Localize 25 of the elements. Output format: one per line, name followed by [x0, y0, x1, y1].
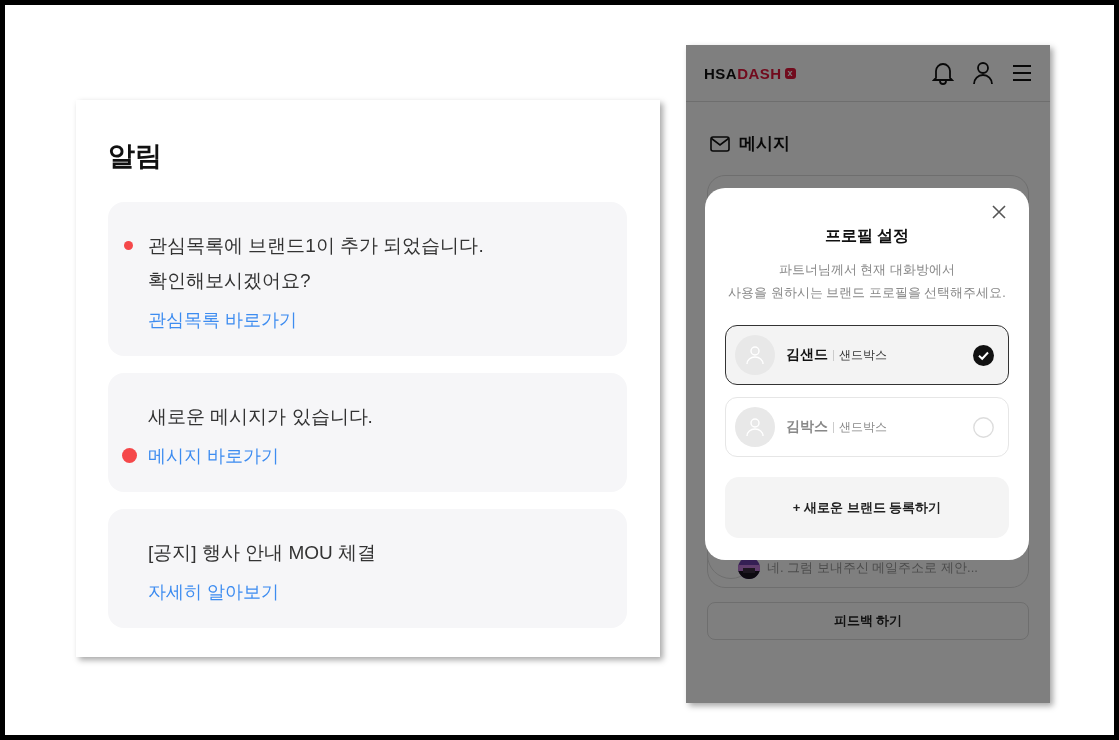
modal-title: 프로필 설정 [824, 226, 910, 246]
profile-option[interactable]: 김샌드 샌드박스 [725, 325, 1009, 385]
notification-text: [공지] 행사 안내 MOU 체결 [148, 541, 376, 565]
notification-link[interactable]: 메시지 바로가기 [148, 442, 279, 470]
modal-description: 파트너님께서 현재 대화방에서 사용을 원하시는 브랜드 프로필을 선택해주세요. [728, 262, 1006, 302]
close-icon[interactable] [991, 204, 1007, 220]
profile-option[interactable]: 김박스 샌드박스 [725, 397, 1009, 457]
section-title: 메시지 [739, 133, 790, 155]
menu-icon[interactable] [1012, 64, 1032, 82]
mail-icon [710, 135, 730, 152]
user-icon[interactable] [972, 61, 994, 85]
profile-brand: 샌드박스 [839, 347, 888, 363]
add-brand-button[interactable]: + 새로운 브랜드 등록하기 [725, 477, 1009, 538]
notification-text: 새로운 메시지가 있습니다. [148, 405, 373, 429]
logo: HSADASH x [704, 64, 796, 82]
feedback-button[interactable]: 피드백 하기 [707, 602, 1029, 640]
profile-name: 김박스 [786, 418, 828, 436]
bell-icon[interactable] [932, 61, 954, 85]
notification-link[interactable]: 자세히 알아보기 [148, 578, 279, 606]
profile-brand: 샌드박스 [839, 419, 888, 435]
notification-text: 확인해보시겠어요? [148, 269, 311, 293]
notification-link[interactable]: 관심목록 바로가기 [148, 306, 297, 334]
profile-name: 김샌드 [786, 346, 828, 364]
panel-title: 알림 [108, 140, 162, 173]
notification-text: 관심목록에 브랜드1이 추가 되었습니다. [148, 234, 484, 258]
